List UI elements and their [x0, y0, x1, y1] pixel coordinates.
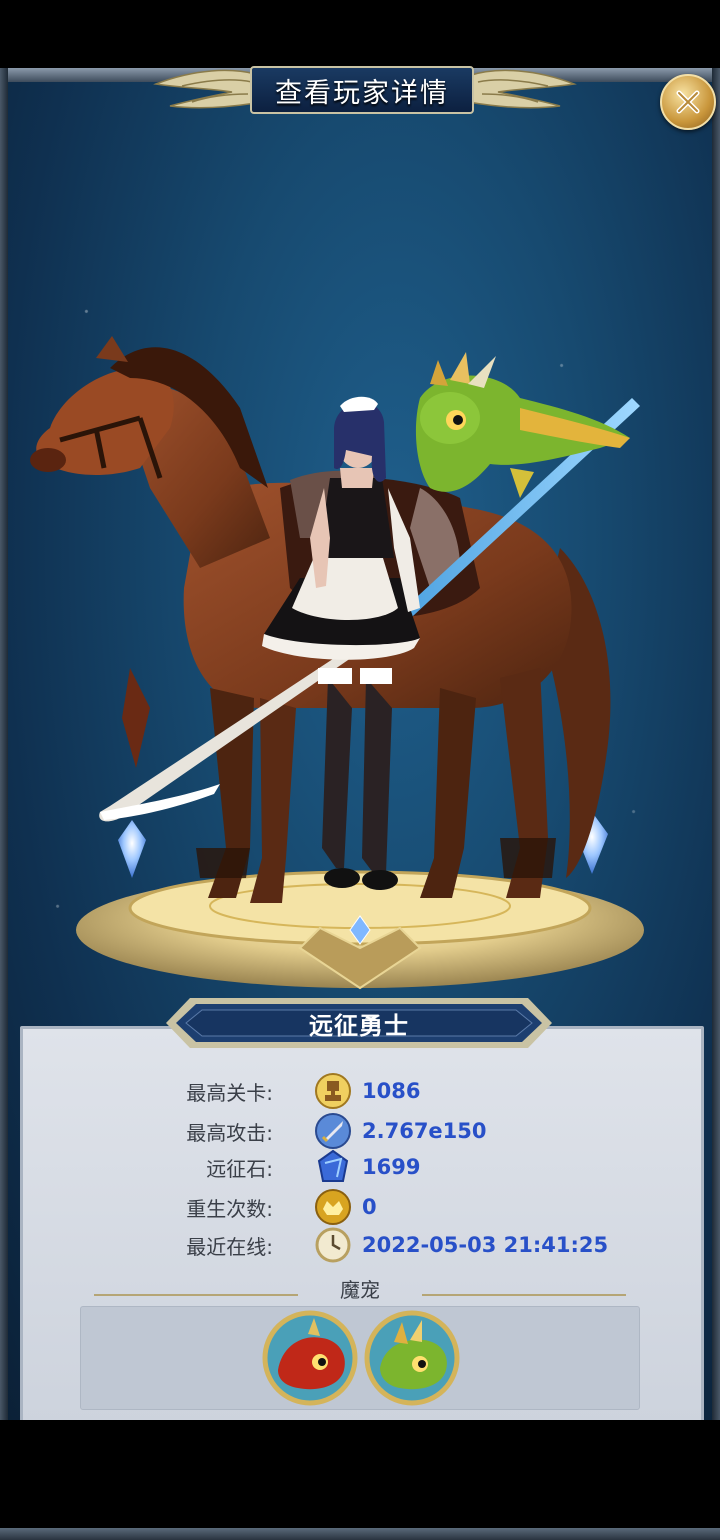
rebirth-icon [315, 1189, 351, 1225]
left-crystal [118, 820, 146, 878]
stat-row-last-online: 最近在线: 2022-05-03 21:41:25 [0, 1227, 720, 1263]
trophy-icon [315, 1073, 351, 1109]
stat-row-highest-attack: 最高攻击: 2.767e150 [0, 1113, 720, 1149]
divider-right [422, 1294, 626, 1296]
bottom-frame-edge [0, 1528, 720, 1540]
right-wing-ornament [468, 69, 577, 109]
red-dragon-pet-icon[interactable] [262, 1310, 358, 1406]
stat-row-highest-level: 最高关卡: 1086 [0, 1073, 720, 1109]
sword-icon [315, 1113, 351, 1149]
pets-section-label: 魔宠 [340, 1278, 380, 1302]
rank-title: 远征勇士 [309, 1011, 409, 1040]
page-title: 查看玩家详情 [275, 77, 449, 109]
clock-icon [315, 1227, 351, 1263]
close-button[interactable] [660, 74, 716, 130]
stat-label: 最高攻击: [186, 1120, 273, 1145]
stat-value: 2.767e150 [362, 1119, 487, 1143]
divider-left [94, 1294, 298, 1296]
title-plate: 查看玩家详情 [250, 66, 474, 114]
stat-label: 远征石: [206, 1156, 273, 1181]
bottom-area [0, 1420, 720, 1540]
stat-value: 1699 [362, 1155, 421, 1179]
stat-label: 重生次数: [186, 1196, 273, 1221]
status-bar-area [0, 0, 720, 68]
stat-label: 最近在线: [186, 1234, 273, 1259]
pets-container [80, 1306, 640, 1410]
character-scene [30, 336, 644, 990]
expedition-stone-icon [317, 1149, 349, 1182]
stat-value: 1086 [362, 1079, 421, 1103]
stat-row-expedition-stone: 远征石: 1699 [0, 1149, 720, 1184]
green-dragon-pet-icon[interactable] [364, 1310, 460, 1406]
stat-row-rebirth-count: 重生次数: 0 [0, 1189, 720, 1225]
left-wing-ornament [153, 69, 262, 109]
close-icon [676, 90, 700, 114]
stat-value: 0 [362, 1195, 377, 1219]
stat-value: 2022-05-03 21:41:25 [362, 1233, 609, 1257]
green-dragon-pet [415, 352, 630, 498]
stat-label: 最高关卡: [186, 1080, 273, 1105]
